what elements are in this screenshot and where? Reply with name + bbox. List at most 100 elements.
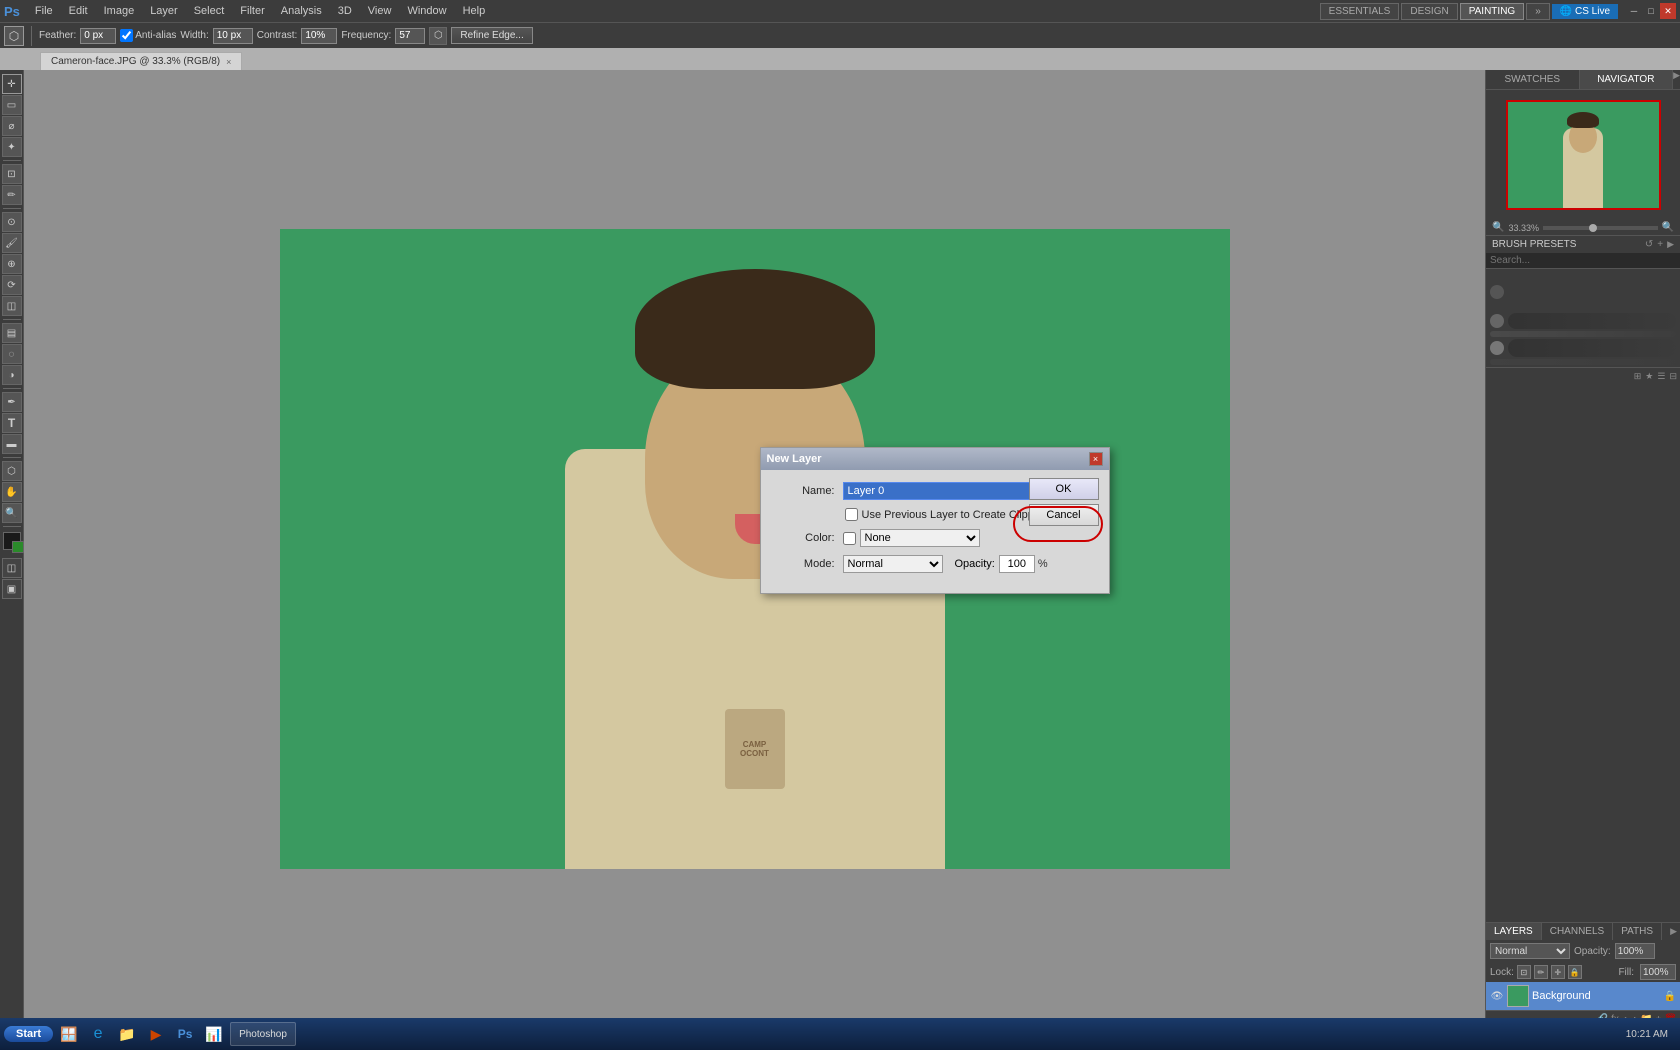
menu-3d[interactable]: 3D (331, 3, 359, 19)
tool-magic-wand[interactable]: ✦ (2, 137, 22, 157)
taskbar-icon-ie[interactable]: e (88, 1024, 108, 1044)
workspace-more[interactable]: » (1526, 3, 1550, 20)
brush-icon-3[interactable]: ☰ (1657, 371, 1665, 382)
layers-tab[interactable]: LAYERS (1486, 923, 1542, 940)
panel-expand-icon[interactable]: ▶ (1673, 70, 1680, 89)
tool-lasso[interactable]: ⌀ (2, 116, 22, 136)
taskbar-photoshop-item[interactable]: Photoshop (230, 1022, 296, 1046)
tool-zoom[interactable]: 🔍 (2, 503, 22, 523)
brush-item-5[interactable] (1490, 331, 1676, 337)
tool-brush[interactable]: 🖌 (2, 233, 22, 253)
antialias-checkbox[interactable] (120, 29, 133, 42)
tool-hand[interactable]: ✋ (2, 482, 22, 502)
ok-button[interactable]: OK (1029, 478, 1099, 500)
feather-input[interactable] (80, 28, 116, 44)
document-tab[interactable]: Cameron-face.JPG @ 33.3% (RGB/8) × (40, 52, 242, 70)
tool-gradient[interactable]: ▤ (2, 323, 22, 343)
swatches-tab[interactable]: SWATCHES (1486, 70, 1580, 89)
canvas-area[interactable]: CAMPOCONT New Layer × OK Cancel (24, 70, 1485, 1028)
layers-expand-icon[interactable]: ▶ (1667, 923, 1680, 940)
tool-clone[interactable]: ⊕ (2, 254, 22, 274)
taskbar-icon-ps[interactable]: Ps (175, 1024, 195, 1044)
background-layer-item[interactable]: 👁 Background 🔒 (1486, 982, 1680, 1010)
lock-move-icon[interactable]: ✛ (1551, 965, 1565, 979)
brush-expand-icon[interactable]: ▶ (1667, 239, 1674, 250)
color-select[interactable]: None (860, 529, 980, 547)
workspace-design[interactable]: DESIGN (1401, 3, 1457, 20)
mode-select[interactable]: Normal (843, 555, 943, 573)
brush-search-input[interactable] (1486, 253, 1680, 269)
color-checkbox[interactable] (843, 532, 856, 545)
minimize-button[interactable]: ─ (1626, 3, 1642, 19)
channels-tab[interactable]: CHANNELS (1542, 923, 1613, 940)
brush-icon-4[interactable]: ⊟ (1669, 371, 1677, 382)
tool-dodge[interactable]: ◑ (2, 365, 22, 385)
maximize-button[interactable]: □ (1643, 3, 1659, 19)
tab-close-button[interactable]: × (226, 57, 231, 67)
menu-analysis[interactable]: Analysis (274, 3, 329, 19)
tool-3d[interactable]: ⬡ (2, 461, 22, 481)
tool-move[interactable]: ✛ (2, 74, 22, 94)
workspace-essentials[interactable]: ESSENTIALS (1320, 3, 1400, 20)
close-button[interactable]: ✕ (1660, 3, 1676, 19)
brush-item-2[interactable] (1490, 285, 1676, 299)
tool-pen[interactable]: ✒ (2, 392, 22, 412)
tool-blur[interactable]: ◌ (2, 344, 22, 364)
opacity-input[interactable] (999, 555, 1035, 573)
menu-window[interactable]: Window (400, 3, 453, 19)
brush-icon-2[interactable]: ★ (1645, 371, 1653, 382)
taskbar-icon-media[interactable]: ▶ (146, 1024, 166, 1044)
brush-item-3[interactable] (1490, 301, 1676, 311)
refine-edge-button[interactable]: Refine Edge... (451, 27, 532, 44)
tool-quickmask[interactable]: ◫ (2, 558, 22, 578)
tool-marquee[interactable]: ▭ (2, 95, 22, 115)
clipping-mask-checkbox[interactable] (845, 508, 858, 521)
menu-image[interactable]: Image (97, 3, 142, 19)
brush-item-4[interactable] (1490, 313, 1676, 329)
brush-item-6[interactable] (1490, 339, 1676, 357)
navigator-tab[interactable]: NAVIGATOR (1580, 70, 1674, 89)
menu-file[interactable]: File (28, 3, 60, 19)
start-button[interactable]: Start (4, 1026, 53, 1042)
lock-paint-icon[interactable]: ✏ (1534, 965, 1548, 979)
workspace-painting[interactable]: PAINTING (1460, 3, 1524, 20)
frequency-input[interactable] (395, 28, 425, 44)
contrast-input[interactable] (301, 28, 337, 44)
brush-add-icon[interactable]: + (1657, 239, 1663, 250)
brush-icon-1[interactable]: ⊞ (1634, 371, 1642, 382)
tool-text[interactable]: T (2, 413, 22, 433)
taskbar-icon-windows[interactable]: 🪟 (59, 1024, 79, 1044)
current-tool-icon[interactable]: ⬡ (4, 26, 24, 46)
tool-eraser[interactable]: ◫ (2, 296, 22, 316)
brush-item-7[interactable] (1490, 359, 1676, 365)
tool-history[interactable]: ⟳ (2, 275, 22, 295)
lock-transparent-icon[interactable]: ⊡ (1517, 965, 1531, 979)
layer-visibility-icon[interactable]: 👁 (1490, 989, 1504, 1003)
menu-layer[interactable]: Layer (143, 3, 185, 19)
tool-crop[interactable]: ⊡ (2, 164, 22, 184)
brush-item-1[interactable] (1490, 271, 1676, 283)
tool-eyedropper[interactable]: ✏ (2, 185, 22, 205)
menu-help[interactable]: Help (456, 3, 493, 19)
brush-refresh-icon[interactable]: ↺ (1645, 239, 1653, 250)
zoom-slider[interactable] (1543, 226, 1658, 230)
cancel-button[interactable]: Cancel (1029, 504, 1099, 526)
opacity-input[interactable] (1615, 943, 1655, 959)
menu-view[interactable]: View (361, 3, 399, 19)
taskbar-icon-app[interactable]: 📊 (204, 1024, 224, 1044)
tool-spot-heal[interactable]: ⊙ (2, 212, 22, 232)
cs-live-button[interactable]: 🌐 CS Live (1552, 4, 1618, 19)
blend-mode-select[interactable]: Normal (1490, 943, 1570, 959)
menu-edit[interactable]: Edit (62, 3, 95, 19)
tool-screenmode[interactable]: ▣ (2, 579, 22, 599)
dialog-close-button[interactable]: × (1089, 452, 1103, 466)
tool-option-icon[interactable]: ⬡ (429, 27, 447, 45)
foreground-color[interactable] (3, 532, 21, 550)
menu-select[interactable]: Select (187, 3, 232, 19)
lock-all-icon[interactable]: 🔒 (1568, 965, 1582, 979)
taskbar-icon-folder[interactable]: 📁 (117, 1024, 137, 1044)
fill-input[interactable] (1640, 964, 1676, 980)
width-input[interactable] (213, 28, 253, 44)
menu-filter[interactable]: Filter (233, 3, 271, 19)
paths-tab[interactable]: PATHS (1613, 923, 1662, 940)
